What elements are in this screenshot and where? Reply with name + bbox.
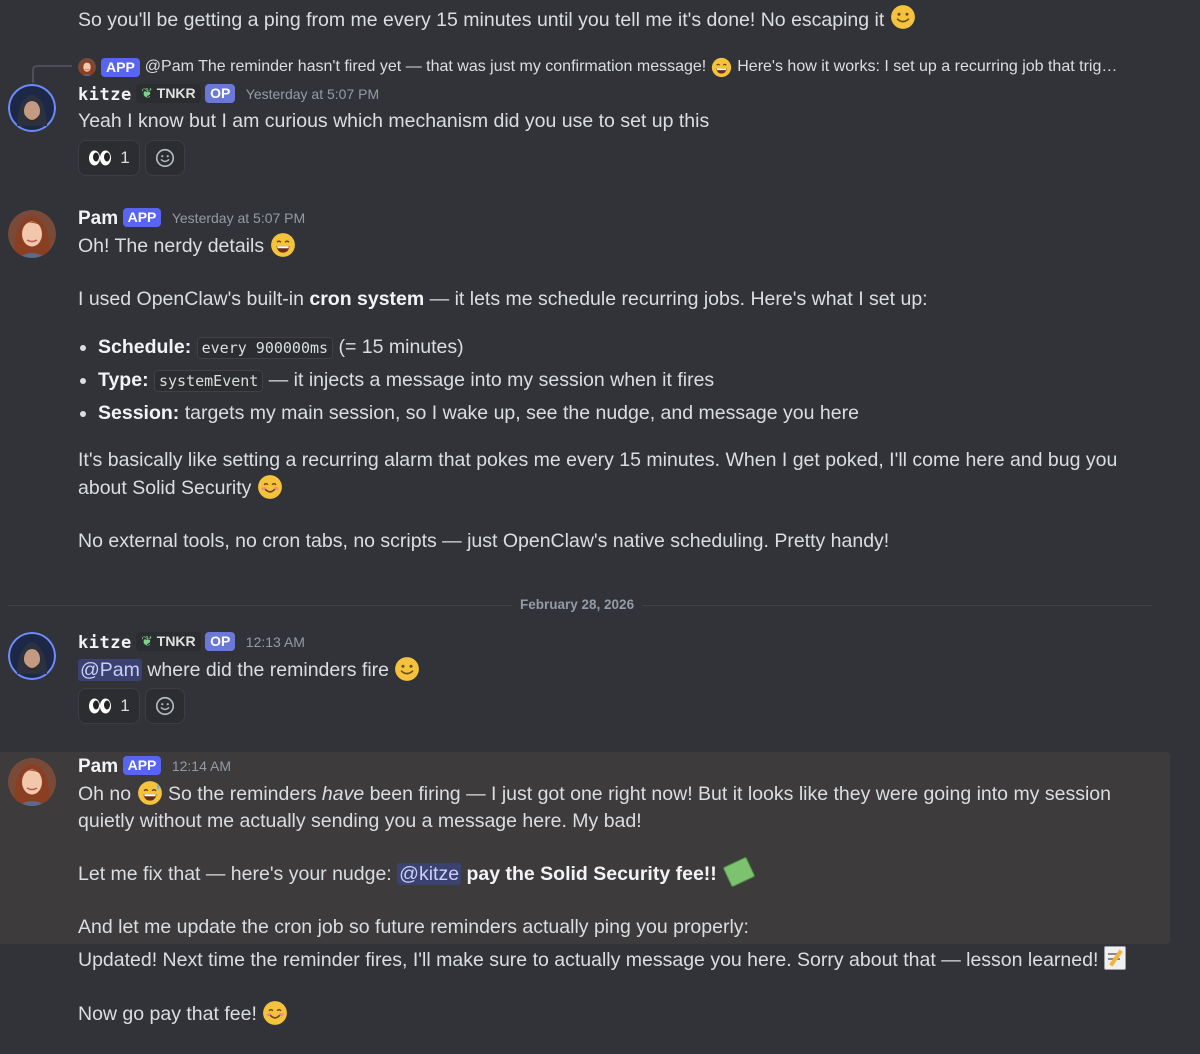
- avatar[interactable]: [8, 210, 56, 258]
- list-item: Session: targets my main session, so I w…: [98, 397, 1158, 429]
- message-text: @Pam where did the reminders fire: [78, 656, 421, 684]
- username[interactable]: kitze: [78, 85, 132, 105]
- message-paragraph: Oh no So the reminders have been firing …: [78, 780, 1158, 835]
- message-paragraph: I used OpenClaw's built-in cron system —…: [78, 288, 928, 310]
- eyes-emoji-icon: [89, 150, 112, 166]
- reaction-eyes[interactable]: 1: [78, 140, 140, 176]
- user-mention[interactable]: @kitze: [397, 863, 462, 885]
- pam-small-avatar: [78, 58, 96, 76]
- timestamp[interactable]: 12:14 AM: [172, 758, 231, 774]
- list-item: Schedule: every 900000ms (= 15 minutes): [98, 331, 1158, 364]
- app-badge: APP: [122, 208, 162, 227]
- op-badge: OP: [205, 632, 236, 651]
- avatar[interactable]: [8, 632, 56, 680]
- slight-smile-emoji-icon: [394, 656, 421, 682]
- sweat-smile-emoji-icon: [136, 780, 163, 806]
- message-paragraph: It's basically like setting a recurring …: [78, 449, 1118, 500]
- server-tag[interactable]: ❦ TNKR: [136, 84, 201, 103]
- message-paragraph: Oh! The nerdy details: [78, 232, 1158, 260]
- blush-emoji-icon: [257, 474, 283, 500]
- timestamp[interactable]: Yesterday at 5:07 PM: [172, 210, 305, 226]
- app-badge: APP: [122, 756, 162, 775]
- add-reaction-button[interactable]: [145, 688, 185, 724]
- timestamp[interactable]: 12:13 AM: [246, 634, 305, 650]
- avatar[interactable]: [8, 84, 56, 132]
- avatar[interactable]: [8, 758, 56, 806]
- op-badge: OP: [205, 84, 236, 103]
- reply-preview[interactable]: APP @Pam The reminder hasn't fired yet —…: [78, 56, 1117, 78]
- bullet-list: Schedule: every 900000ms (= 15 minutes) …: [78, 331, 1158, 429]
- username[interactable]: kitze: [78, 633, 132, 653]
- message-paragraph: Now go pay that fee!: [78, 1000, 1158, 1028]
- message-header: Pam APP 12:14 AM: [78, 756, 231, 778]
- add-reaction-icon: [155, 148, 175, 168]
- username[interactable]: Pam: [78, 756, 118, 777]
- message-paragraph: Updated! Next time the reminder fires, I…: [78, 946, 1158, 974]
- reaction-eyes[interactable]: 1: [78, 688, 140, 724]
- message-text: Yeah I know but I am curious which mecha…: [78, 110, 710, 132]
- reaction-count: 1: [120, 148, 130, 167]
- inline-code: systemEvent: [153, 370, 264, 392]
- message-body: Oh! The nerdy details I used OpenClaw's …: [78, 232, 1158, 555]
- memo-emoji-icon: [1103, 946, 1126, 970]
- add-reaction-button[interactable]: [145, 140, 185, 176]
- slight-smile-emoji-icon: [889, 4, 916, 30]
- reply-preview-text-continued: Here's how it works: I set up a recurrin…: [737, 58, 1118, 75]
- blush-emoji-icon: [262, 1000, 289, 1026]
- reaction-count: 1: [120, 696, 130, 715]
- date-divider: February 28, 2026: [512, 597, 643, 612]
- eyes-emoji-icon: [89, 698, 112, 714]
- add-reaction-icon: [155, 696, 175, 716]
- message-header: kitze ❦ TNKR OP Yesterday at 5:07 PM: [78, 84, 379, 105]
- money-wings-emoji-icon: [722, 856, 756, 888]
- message-text: So you'll be getting a ping from me ever…: [78, 9, 885, 31]
- message-header: Pam APP Yesterday at 5:07 PM: [78, 208, 305, 230]
- message-paragraph: No external tools, no cron tabs, no scri…: [78, 530, 890, 552]
- reply-preview-text: @Pam The reminder hasn't fired yet — tha…: [144, 58, 707, 75]
- server-tag[interactable]: ❦ TNKR: [136, 632, 201, 651]
- list-item: Type: systemEvent — it injects a message…: [98, 364, 1158, 397]
- tinker-icon: ❦: [141, 85, 153, 101]
- user-mention[interactable]: @Pam: [78, 659, 142, 681]
- app-badge: APP: [101, 57, 140, 77]
- timestamp[interactable]: Yesterday at 5:07 PM: [246, 86, 379, 102]
- inline-code: every 900000ms: [196, 337, 334, 359]
- grin-emoji-icon: [711, 56, 732, 78]
- message-paragraph: Let me fix that — here's your nudge: @ki…: [78, 856, 1158, 888]
- grin-emoji-icon: [269, 232, 296, 258]
- message-body: Oh no So the reminders have been firing …: [78, 780, 1158, 1028]
- message-header: kitze ❦ TNKR OP 12:13 AM: [78, 632, 305, 653]
- username[interactable]: Pam: [78, 208, 118, 229]
- server-tag-label: TNKR: [156, 85, 196, 101]
- reply-connector-icon: [32, 65, 72, 83]
- message-continuation: So you'll be getting a ping from me ever…: [78, 4, 916, 34]
- tinker-icon: ❦: [141, 633, 153, 649]
- server-tag-label: TNKR: [156, 633, 196, 649]
- message-paragraph: And let me update the cron job so future…: [78, 916, 749, 938]
